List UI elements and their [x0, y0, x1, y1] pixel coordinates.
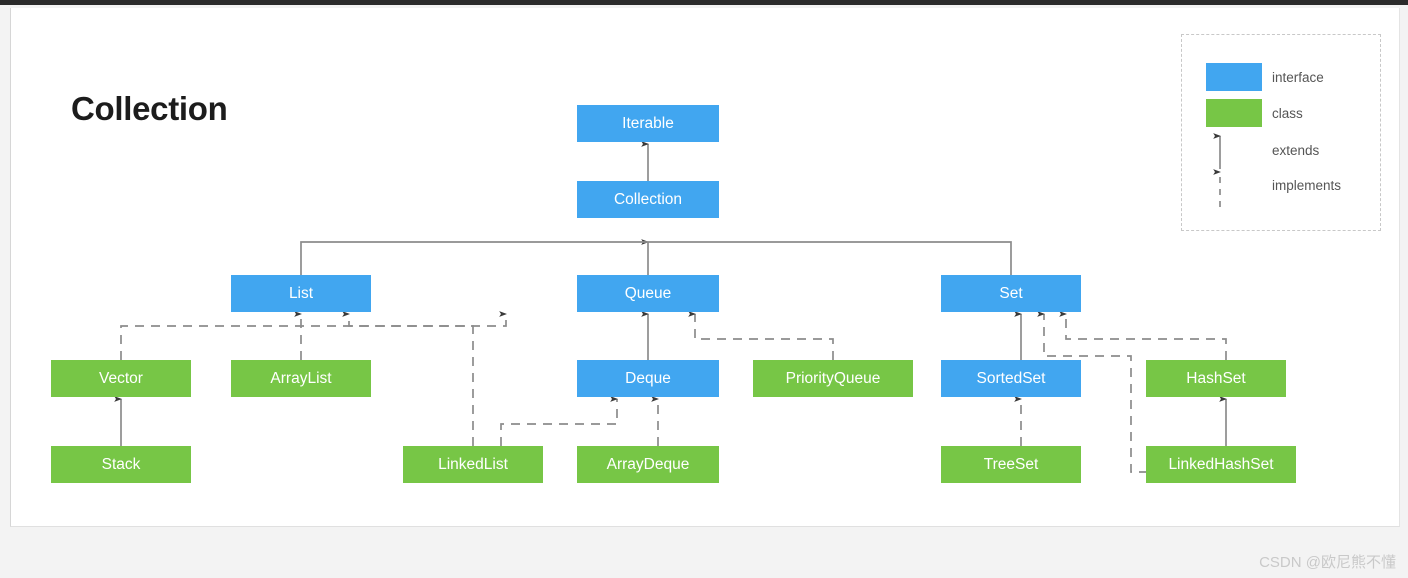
node-deque[interactable]: Deque [577, 360, 719, 397]
node-arraydeque[interactable]: ArrayDeque [577, 446, 719, 483]
edge-bus-horizontal [300, 241, 1012, 275]
edge-hashset-implements-set [1059, 311, 1227, 360]
legend-implements-label: implements [1272, 178, 1342, 193]
legend-extends-label: extends [1272, 143, 1320, 158]
node-hashset[interactable]: HashSet [1146, 360, 1286, 397]
node-queue[interactable]: Queue [577, 275, 719, 312]
node-treeset[interactable]: TreeSet [941, 446, 1081, 483]
node-vector[interactable]: Vector [51, 360, 191, 397]
node-linkedlist[interactable]: LinkedList [403, 446, 543, 483]
node-list[interactable]: List [231, 275, 371, 312]
edge-vector-implements-list [120, 311, 508, 360]
node-set[interactable]: Set [941, 275, 1081, 312]
node-sortedset[interactable]: SortedSet [941, 360, 1081, 397]
edge-linkedlist-implements-deque [500, 396, 619, 446]
node-collection[interactable]: Collection [577, 181, 719, 218]
csdn-watermark: CSDN @欧尼熊不懂 [1259, 554, 1396, 571]
node-stack[interactable]: Stack [51, 446, 191, 483]
node-iterable[interactable]: Iterable [577, 105, 719, 142]
node-priorityqueue[interactable]: PriorityQueue [753, 360, 913, 397]
edge-priorityqueue-implements-queue [688, 311, 834, 360]
legend-arrow-glyphs [1213, 133, 1222, 207]
node-linkedhashset[interactable]: LinkedHashSet [1146, 446, 1296, 483]
top-border-bar [0, 0, 1408, 5]
screenshot-root: Collection Iterable Collection List Queu… [0, 0, 1408, 578]
node-arraylist[interactable]: ArrayList [231, 360, 371, 397]
diagram-canvas: Collection Iterable Collection List Queu… [10, 8, 1400, 527]
legend-panel: interface class extends implements [1181, 34, 1381, 231]
